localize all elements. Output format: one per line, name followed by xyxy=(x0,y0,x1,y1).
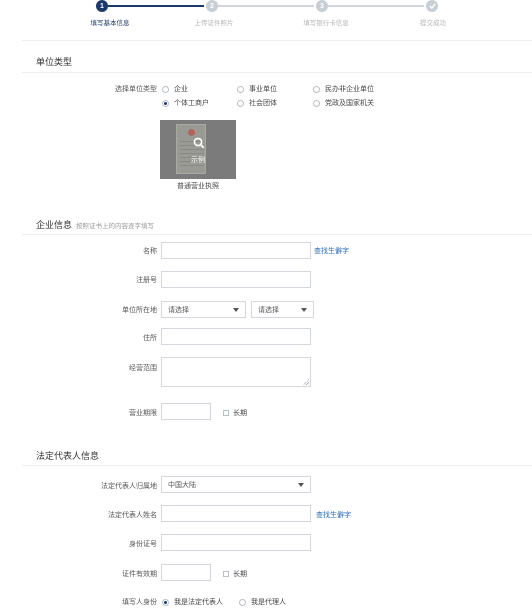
section-divider xyxy=(22,234,532,235)
section-divider xyxy=(22,465,532,466)
id-long-term-checkbox[interactable]: 长期 xyxy=(223,569,247,579)
example-caption: 普通营业执照 xyxy=(177,183,219,190)
radio-circle-icon xyxy=(313,85,320,93)
radio-individual-business[interactable]: 个体工商户 xyxy=(162,98,209,108)
find-rare-char-link[interactable]: 查找生僻字 xyxy=(314,246,349,256)
resize-handle-icon[interactable] xyxy=(303,379,309,385)
radio-private-non-enterprise[interactable]: 民办非企业单位 xyxy=(313,84,374,94)
unit-type-label: 选择单位类型 xyxy=(115,86,157,93)
radio-circle-icon xyxy=(237,85,244,93)
top-divider xyxy=(22,40,532,41)
name-label: 名称 xyxy=(143,248,157,255)
company-name-input[interactable] xyxy=(161,242,311,259)
chevron-down-icon xyxy=(301,307,307,312)
radio-legal-representative[interactable]: 我是法定代表人 xyxy=(162,597,223,607)
province-select[interactable]: 请选择 xyxy=(161,301,246,318)
company-title: 企业信息 xyxy=(36,220,73,230)
legal-name-label: 法定代表人姓名 xyxy=(108,512,157,519)
magnifier-icon xyxy=(193,137,205,149)
section-title-unit-type: 单位类型 xyxy=(36,57,73,67)
radio-circle-icon xyxy=(162,85,169,93)
radio-circle-icon xyxy=(237,99,244,107)
radio-circle-icon xyxy=(313,99,320,107)
city-select[interactable]: 请选择 xyxy=(251,301,314,318)
stepper-line-3 xyxy=(328,5,424,7)
step-1-icon: 1 xyxy=(96,0,108,12)
location-label: 单位所在地 xyxy=(122,307,157,314)
scope-label: 经营范围 xyxy=(129,365,157,372)
license-document-image xyxy=(176,124,206,174)
region-label: 法定代表人归属地 xyxy=(101,483,157,490)
long-term-checkbox[interactable]: 长期 xyxy=(223,408,247,418)
example-overlay-label: 示例 xyxy=(191,157,205,164)
find-rare-char-link-2[interactable]: 查找生僻字 xyxy=(316,510,351,520)
section-divider xyxy=(22,72,532,73)
license-example-image[interactable]: 示例 xyxy=(160,120,236,179)
step-2-icon: 2 xyxy=(206,0,218,12)
step-4-label: 提交成功 xyxy=(420,20,446,27)
reg-no-label: 注册号 xyxy=(136,277,157,284)
radio-government-agency[interactable]: 党政及国家机关 xyxy=(313,98,374,108)
id-valid-input[interactable] xyxy=(161,564,211,581)
radio-circle-icon xyxy=(239,598,246,606)
radio-social-organization[interactable]: 社会团体 xyxy=(237,98,277,108)
id-number-input[interactable] xyxy=(161,534,311,551)
step-3-label: 填写银行卡信息 xyxy=(303,20,349,27)
term-label: 营业期限 xyxy=(129,410,157,417)
radio-checked-icon xyxy=(162,99,169,107)
id-valid-label: 证件有效期 xyxy=(122,571,157,578)
radio-checked-icon xyxy=(162,598,169,606)
id-number-label: 身份证号 xyxy=(129,541,157,548)
step-3-icon: 3 xyxy=(316,0,328,12)
stepper-line-2 xyxy=(218,5,314,7)
chevron-down-icon xyxy=(298,482,304,487)
business-term-input[interactable] xyxy=(161,403,211,420)
reg-no-input[interactable] xyxy=(161,271,311,288)
radio-public-institution[interactable]: 事业单位 xyxy=(237,84,277,94)
step-1-label: 填写基本信息 xyxy=(90,20,130,27)
progress-stepper: 1 2 3 填写基本信息 上传证件照片 填写银行卡信息 提交成功 xyxy=(0,0,532,30)
stepper-line-1 xyxy=(108,5,204,7)
address-label: 住所 xyxy=(143,335,157,342)
radio-enterprise[interactable]: 企业 xyxy=(162,84,188,94)
step-4-check-icon xyxy=(426,0,438,12)
step-2-label: 上传证件照片 xyxy=(194,20,234,27)
business-scope-textarea[interactable] xyxy=(161,357,311,387)
identity-label: 填写人身份 xyxy=(122,599,157,606)
checkbox-icon xyxy=(223,571,229,577)
address-input[interactable] xyxy=(161,328,311,345)
region-select[interactable]: 中国大陆 xyxy=(161,476,311,493)
legal-name-input[interactable] xyxy=(161,505,311,522)
seal-icon xyxy=(188,129,195,136)
checkbox-icon xyxy=(223,410,229,416)
section-title-legal-rep: 法定代表人信息 xyxy=(36,451,100,461)
section-title-company: 企业信息 按照证书上的内容逐字填写 xyxy=(36,218,154,231)
radio-agent[interactable]: 我是代理人 xyxy=(239,597,286,607)
company-subtitle: 按照证书上的内容逐字填写 xyxy=(76,223,155,230)
chevron-down-icon xyxy=(233,307,239,312)
